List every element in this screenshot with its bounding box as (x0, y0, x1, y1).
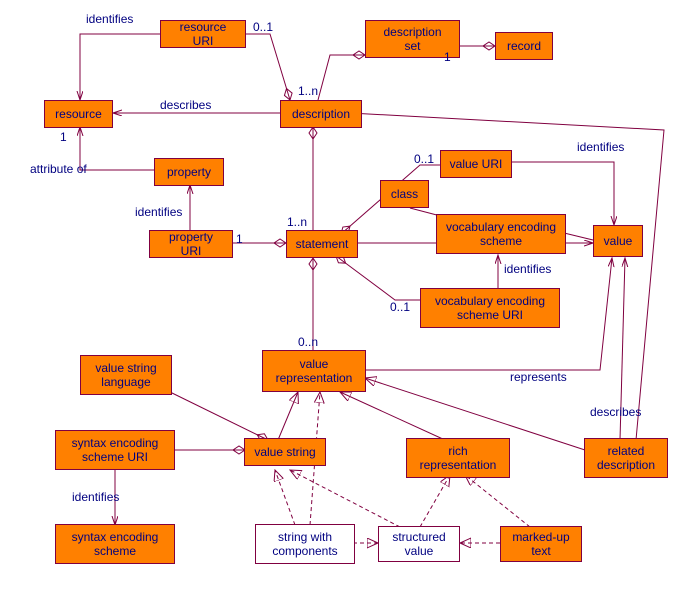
node-vocab-enc-scheme: vocabulary encoding scheme (436, 214, 566, 254)
node-label: value string language (89, 361, 163, 389)
edge-label-identifies-prop: identifies (135, 205, 182, 219)
node-label: property URI (158, 230, 224, 258)
node-value: value (593, 225, 643, 257)
node-value-string-language: value string language (80, 355, 172, 395)
node-class: class (380, 180, 429, 208)
node-label: related description (593, 444, 659, 472)
node-resource: resource (44, 100, 113, 128)
node-description: description (280, 100, 362, 128)
node-resource-uri: resource URI (160, 20, 246, 48)
node-label: string with components (264, 530, 346, 558)
node-label: value string (254, 445, 315, 459)
edge-label-describes: describes (160, 98, 211, 112)
edge-label-identifies-value: identifies (577, 140, 624, 154)
diagram-canvas: value_string --> value_string --> rich_r… (0, 0, 681, 599)
edge-mult-01-ves: 0..1 (390, 300, 410, 314)
node-syntax-enc-scheme: syntax encoding scheme (55, 524, 175, 564)
node-structured-value: structured value (378, 526, 460, 562)
node-label: vocabulary encoding scheme (445, 220, 557, 248)
node-related-description: related description (584, 438, 668, 478)
node-label: description set (374, 25, 451, 53)
node-statement: statement (286, 230, 358, 258)
node-label: structured value (387, 530, 451, 558)
edge-label-identifies: identifies (86, 12, 133, 26)
node-value-uri: value URI (440, 150, 512, 178)
node-label: syntax encoding scheme (64, 530, 166, 558)
edge-label-attribute-of: attribute of (30, 162, 87, 176)
node-label: value (604, 234, 633, 248)
node-label: rich representation (415, 444, 501, 472)
edge-mult-1n: 1..n (298, 84, 318, 98)
connector-layer: value_string --> value_string --> rich_r… (0, 0, 681, 599)
edge-mult-0-1: 0..1 (253, 20, 273, 34)
node-label: property (167, 165, 211, 179)
edge-mult-1: 1 (444, 50, 451, 64)
edge-label-identifies-ves: identifies (504, 262, 551, 276)
node-label: description (292, 107, 350, 121)
node-record: record (495, 32, 553, 60)
edge-label-describes-rel: describes (590, 405, 641, 419)
node-marked-up-text: marked-up text (500, 526, 582, 562)
node-label: value URI (450, 157, 503, 171)
node-label: value representation (271, 357, 357, 385)
node-label: syntax encoding scheme URI (64, 436, 166, 464)
node-rich-representation: rich representation (406, 438, 510, 478)
edge-label-identifies-ses: identifies (72, 490, 119, 504)
edge-mult-1n-stmt: 1..n (287, 215, 307, 229)
node-label: resource URI (169, 20, 237, 48)
node-label: marked-up text (509, 530, 573, 558)
node-property: property (154, 158, 224, 186)
node-label: statement (296, 237, 349, 251)
node-property-uri: property URI (149, 230, 233, 258)
node-syntax-enc-scheme-uri: syntax encoding scheme URI (55, 430, 175, 470)
edge-mult-01-valueuri: 0..1 (414, 152, 434, 166)
edge-mult-1-res: 1 (60, 130, 67, 144)
node-label: class (391, 187, 418, 201)
node-label: record (507, 39, 541, 53)
edge-mult-0n: 0..n (298, 335, 318, 349)
node-string-with-components: string with components (255, 524, 355, 564)
node-label: vocabulary encoding scheme URI (429, 294, 551, 322)
node-value-string: value string (244, 438, 326, 466)
node-value-representation: value representation (262, 350, 366, 392)
edge-mult-1-prop: 1 (236, 232, 243, 246)
node-vocab-enc-scheme-uri: vocabulary encoding scheme URI (420, 288, 560, 328)
edge-label-represents: represents (510, 370, 567, 384)
node-label: resource (55, 107, 102, 121)
